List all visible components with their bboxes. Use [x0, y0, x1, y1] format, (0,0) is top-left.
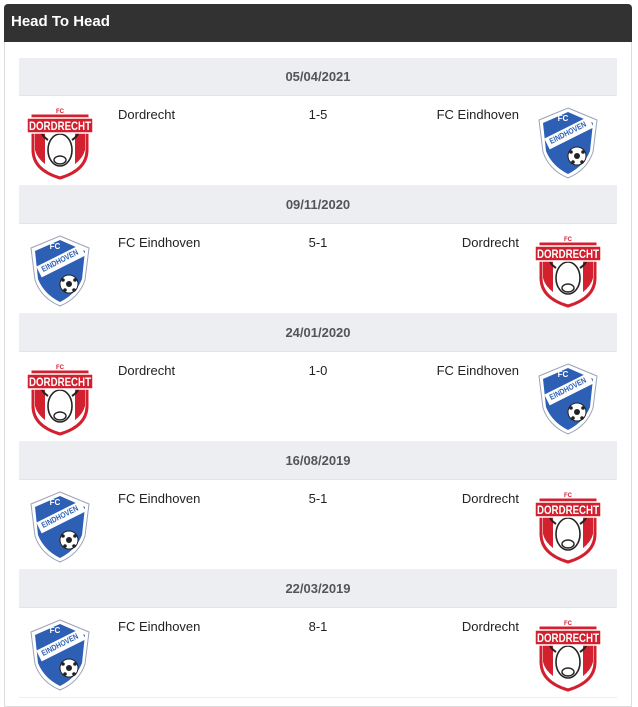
eindhoven-crest-icon: EINDHOVEN FC	[30, 491, 90, 563]
match-date: 16/08/2019	[19, 442, 617, 480]
svg-text:DORDRECHT: DORDRECHT	[29, 119, 92, 133]
svg-text:DORDRECHT: DORDRECHT	[29, 375, 92, 389]
match-date: 24/01/2020	[19, 314, 617, 352]
match-score: 8-1	[308, 619, 328, 634]
match-item[interactable]: 16/08/2019 EINDHOVEN FC FC Eindhoven 5-1…	[19, 442, 617, 570]
svg-text:DORDRECHT: DORDRECHT	[537, 503, 600, 517]
dordrecht-crest-icon: FC DORDRECHT	[534, 493, 602, 564]
away-team-name[interactable]: FC Eindhoven	[437, 363, 519, 378]
match-date: 22/03/2019	[19, 570, 617, 608]
home-team-logo: EINDHOVEN FC	[25, 616, 95, 692]
home-team-logo: FC DORDRECHT	[25, 104, 95, 180]
eindhoven-crest-icon: EINDHOVEN FC	[538, 363, 598, 435]
home-team-logo: EINDHOVEN FC	[25, 488, 95, 564]
away-team-logo: EINDHOVEN FC	[533, 360, 603, 436]
home-team-name[interactable]: FC Eindhoven	[118, 619, 200, 634]
home-team-name[interactable]: FC Eindhoven	[118, 491, 200, 506]
svg-text:FC: FC	[50, 242, 61, 251]
away-team-logo: FC DORDRECHT	[533, 488, 603, 564]
match-list: 05/04/2021 FC DORDRECHT Dordrecht 1-5 FC…	[19, 58, 617, 698]
svg-text:FC: FC	[50, 498, 61, 507]
home-team-logo: EINDHOVEN FC	[25, 232, 95, 308]
away-team-logo: FC DORDRECHT	[533, 616, 603, 692]
home-team-name[interactable]: FC Eindhoven	[118, 235, 200, 250]
svg-text:FC: FC	[56, 109, 65, 115]
away-team-name[interactable]: FC Eindhoven	[437, 107, 519, 122]
match-details: EINDHOVEN FC FC Eindhoven 5-1 Dordrecht …	[19, 224, 617, 314]
svg-text:DORDRECHT: DORDRECHT	[537, 631, 600, 645]
svg-text:FC: FC	[50, 626, 61, 635]
home-team-name[interactable]: Dordrecht	[118, 107, 175, 122]
svg-text:DORDRECHT: DORDRECHT	[537, 247, 600, 261]
head-to-head-header: Head To Head	[4, 4, 632, 42]
match-score: 5-1	[308, 235, 328, 250]
head-to-head-panel: 05/04/2021 FC DORDRECHT Dordrecht 1-5 FC…	[4, 42, 632, 707]
match-item[interactable]: 09/11/2020 EINDHOVEN FC FC Eindhoven 5-1…	[19, 186, 617, 314]
match-score: 1-0	[308, 363, 328, 378]
match-item[interactable]: 24/01/2020 FC DORDRECHT Dordrecht 1-0 FC…	[19, 314, 617, 442]
eindhoven-crest-icon: EINDHOVEN FC	[538, 107, 598, 179]
svg-text:FC: FC	[558, 114, 569, 123]
away-team-name[interactable]: Dordrecht	[462, 619, 519, 634]
svg-text:FC: FC	[564, 493, 573, 499]
eindhoven-crest-icon: EINDHOVEN FC	[30, 235, 90, 307]
svg-text:FC: FC	[558, 370, 569, 379]
dordrecht-crest-icon: FC DORDRECHT	[26, 109, 94, 180]
dordrecht-crest-icon: FC DORDRECHT	[534, 621, 602, 692]
match-item[interactable]: 22/03/2019 EINDHOVEN FC FC Eindhoven 8-1…	[19, 570, 617, 698]
match-score: 1-5	[308, 107, 328, 122]
eindhoven-crest-icon: EINDHOVEN FC	[30, 619, 90, 691]
match-details: FC DORDRECHT Dordrecht 1-0 FC Eindhoven …	[19, 352, 617, 442]
dordrecht-crest-icon: FC DORDRECHT	[534, 237, 602, 308]
away-team-logo: FC DORDRECHT	[533, 232, 603, 308]
match-date: 09/11/2020	[19, 186, 617, 224]
away-team-name[interactable]: Dordrecht	[462, 491, 519, 506]
match-details: EINDHOVEN FC FC Eindhoven 8-1 Dordrecht …	[19, 608, 617, 698]
page-title: Head To Head	[11, 13, 110, 30]
home-team-logo: FC DORDRECHT	[25, 360, 95, 436]
away-team-logo: EINDHOVEN FC	[533, 104, 603, 180]
match-item[interactable]: 05/04/2021 FC DORDRECHT Dordrecht 1-5 FC…	[19, 58, 617, 186]
match-details: EINDHOVEN FC FC Eindhoven 5-1 Dordrecht …	[19, 480, 617, 570]
match-score: 5-1	[308, 491, 328, 506]
svg-text:FC: FC	[564, 621, 573, 627]
away-team-name[interactable]: Dordrecht	[462, 235, 519, 250]
match-date: 05/04/2021	[19, 58, 617, 96]
dordrecht-crest-icon: FC DORDRECHT	[26, 365, 94, 436]
svg-text:FC: FC	[564, 237, 573, 243]
svg-text:FC: FC	[56, 365, 65, 371]
match-details: FC DORDRECHT Dordrecht 1-5 FC Eindhoven …	[19, 96, 617, 186]
home-team-name[interactable]: Dordrecht	[118, 363, 175, 378]
